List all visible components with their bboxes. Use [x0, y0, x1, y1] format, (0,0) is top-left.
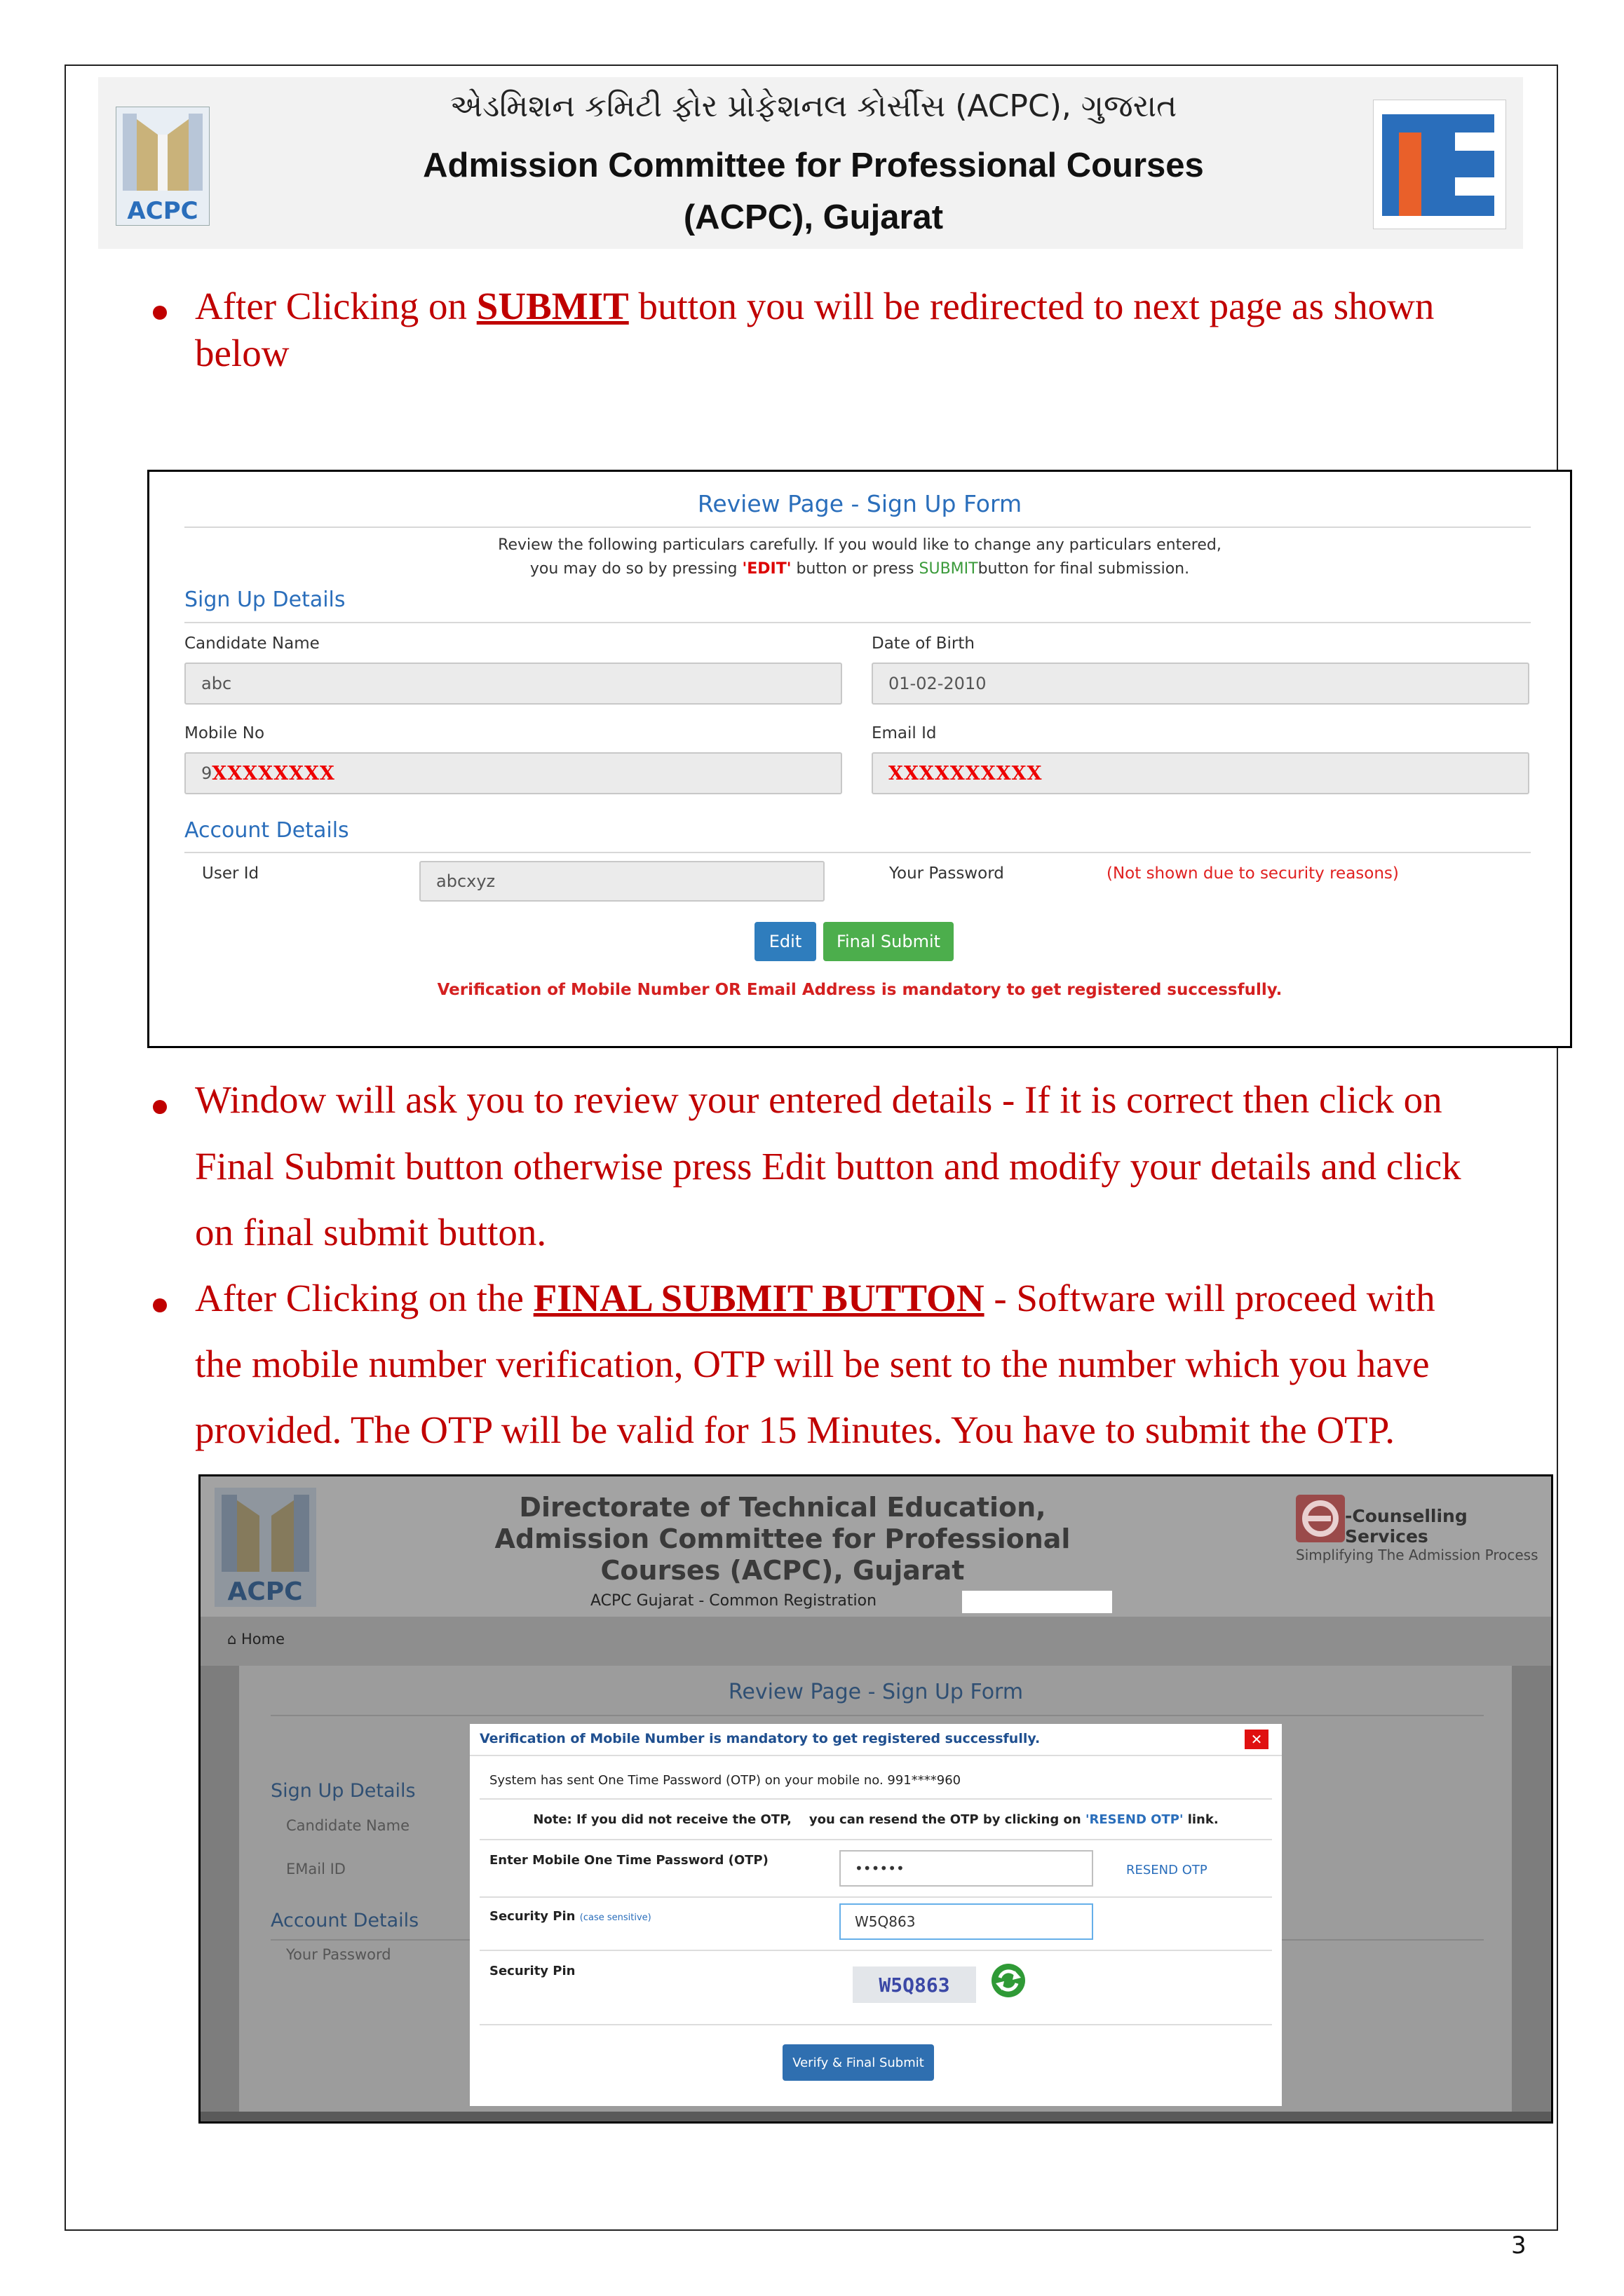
email-field[interactable]: XXXXXXXXXX [872, 752, 1529, 794]
brand-tagline: Simplifying The Admission Process [1296, 1547, 1538, 1563]
password-label: Your Password [889, 864, 1004, 883]
bullet-2-line2: Final Submit button otherwise press Edit… [195, 1145, 1461, 1188]
acpc-logo-text: ACPC [127, 197, 198, 225]
review-form-title: Review Page - Sign Up Form [697, 490, 1022, 517]
bullet-1-line2: below [195, 332, 290, 374]
review-instruction-line1: Review the following particulars careful… [498, 536, 1222, 554]
otp-note: Note: If you did not receive the OTP, yo… [533, 1812, 1219, 1827]
header-gujarati-title: એડમિશન કમિટી ફોર પ્રોફેશનલ કોર્સીસ (ACPC… [449, 88, 1177, 124]
divider [480, 1839, 1272, 1840]
review-form-screenshot: Review Page - Sign Up Form Review the fo… [147, 470, 1572, 1048]
security-pin-label: Security Pin (case sensitive) [489, 1909, 651, 1924]
bullet-3-line2: the mobile number verification, OTP will… [195, 1343, 1430, 1385]
userid-label: User Id [202, 864, 259, 883]
bullet-2-line3: on final submit button. [195, 1211, 547, 1254]
emph-submit: SUBMIT [476, 285, 629, 327]
otp-screenshot: ACPC Directorate of Technical Education,… [198, 1474, 1553, 2124]
otp-modal-header: Verification of Mobile Number is mandato… [480, 1731, 1041, 1746]
bg-email-label: EMail ID [286, 1861, 346, 1877]
bullet-dot [153, 306, 167, 320]
otp-input[interactable]: •••••• [839, 1850, 1093, 1887]
portal-acpc-logo-text: ACPC [227, 1577, 302, 1606]
resend-otp-link[interactable]: RESEND OTP [1126, 1863, 1207, 1877]
final-submit-button[interactable]: Final Submit [823, 922, 954, 961]
verification-note: Verification of Mobile Number OR Email A… [437, 981, 1283, 999]
divider [184, 622, 1531, 623]
otp-label: Enter Mobile One Time Password (OTP) [489, 1853, 769, 1868]
review-instruction-line2: you may do so by pressing 'EDIT' button … [529, 560, 1190, 578]
divider [480, 1950, 1272, 1951]
counselling-logo-icon [1296, 1495, 1345, 1542]
portal-title: Directorate of Technical Education, Admi… [494, 1492, 1071, 1586]
bullet-2-line1: Window will ask you to review your enter… [195, 1078, 1442, 1121]
portal-acpc-logo: ACPC [215, 1488, 316, 1607]
divider [271, 1715, 1484, 1716]
emph-final-submit: FINAL SUBMIT BUTTON [533, 1277, 984, 1319]
refresh-icon[interactable] [990, 1962, 1027, 1999]
bg-signup-heading: Sign Up Details [271, 1780, 416, 1802]
account-details-heading: Account Details [184, 818, 349, 843]
acpc-logo: ACPC [115, 106, 210, 226]
bullet-1-text: After Clicking on SUBMIT button you will… [195, 285, 1435, 327]
userid-field[interactable]: abcxyz [419, 861, 825, 902]
divider [470, 1755, 1282, 1756]
case-sensitive-hint: (case sensitive) [579, 1913, 651, 1923]
dob-label: Date of Birth [872, 634, 975, 653]
otp-sent-text: System has sent One Time Password (OTP) … [489, 1773, 961, 1788]
captcha-label: Security Pin [489, 1964, 576, 1978]
portal-subtitle: ACPC Gujarat - Common Registration [590, 1592, 877, 1610]
bg-review-title: Review Page - Sign Up Form [728, 1680, 1024, 1704]
candidate-name-label: Candidate Name [184, 634, 320, 653]
signup-details-heading: Sign Up Details [184, 587, 346, 612]
dob-field[interactable]: 01-02-2010 [872, 663, 1529, 705]
email-label: Email Id [872, 724, 937, 742]
password-note: (Not shown due to security reasons) [1107, 864, 1399, 883]
nav-home-link[interactable]: ⌂ Home [227, 1631, 285, 1648]
te-logo-text: TE [1439, 224, 1440, 226]
email-redaction: XXXXXXXXXX [888, 762, 1043, 784]
verify-final-submit-button[interactable]: Verify & Final Submit [783, 2044, 934, 2081]
home-icon: ⌂ [227, 1631, 242, 1648]
portal-nav [201, 1617, 1551, 1666]
mobile-label: Mobile No [184, 724, 265, 742]
mobile-field[interactable]: 9 XXXXXXXX [184, 752, 842, 794]
otp-modal: Verification of Mobile Number is mandato… [470, 1724, 1282, 2106]
header-english-title: Admission Committee for Professional Cou… [423, 147, 1204, 184]
subtitle-blank-box [962, 1591, 1112, 1613]
bottom-bar [201, 2112, 1551, 2121]
security-pin-input[interactable]: W5Q863 [839, 1903, 1093, 1940]
divider [480, 1798, 1272, 1800]
divider [184, 527, 1531, 528]
edit-button[interactable]: Edit [755, 922, 816, 961]
bg-account-heading: Account Details [271, 1910, 419, 1931]
bg-candidate-label: Candidate Name [286, 1817, 410, 1834]
bg-password-label: Your Password [286, 1946, 391, 1963]
header-english-title-line2: (ACPC), Gujarat [683, 198, 944, 236]
brand-name: -Counselling Services [1345, 1506, 1468, 1547]
candidate-name-field[interactable]: abc [184, 663, 842, 705]
bullet-dot [153, 1298, 167, 1312]
captcha-image: W5Q863 [853, 1966, 976, 2003]
divider [480, 1896, 1272, 1898]
bullet-3-line1: After Clicking on the FINAL SUBMIT BUTTO… [195, 1277, 1435, 1319]
bullet-dot [153, 1100, 167, 1114]
divider [480, 2024, 1272, 2025]
mobile-redaction: XXXXXXXX [212, 762, 335, 784]
close-icon[interactable]: ✕ [1245, 1730, 1268, 1749]
divider [184, 852, 1531, 853]
page-number: 3 [1511, 2232, 1527, 2260]
bullet-3-line3: provided. The OTP will be valid for 15 M… [195, 1408, 1395, 1451]
